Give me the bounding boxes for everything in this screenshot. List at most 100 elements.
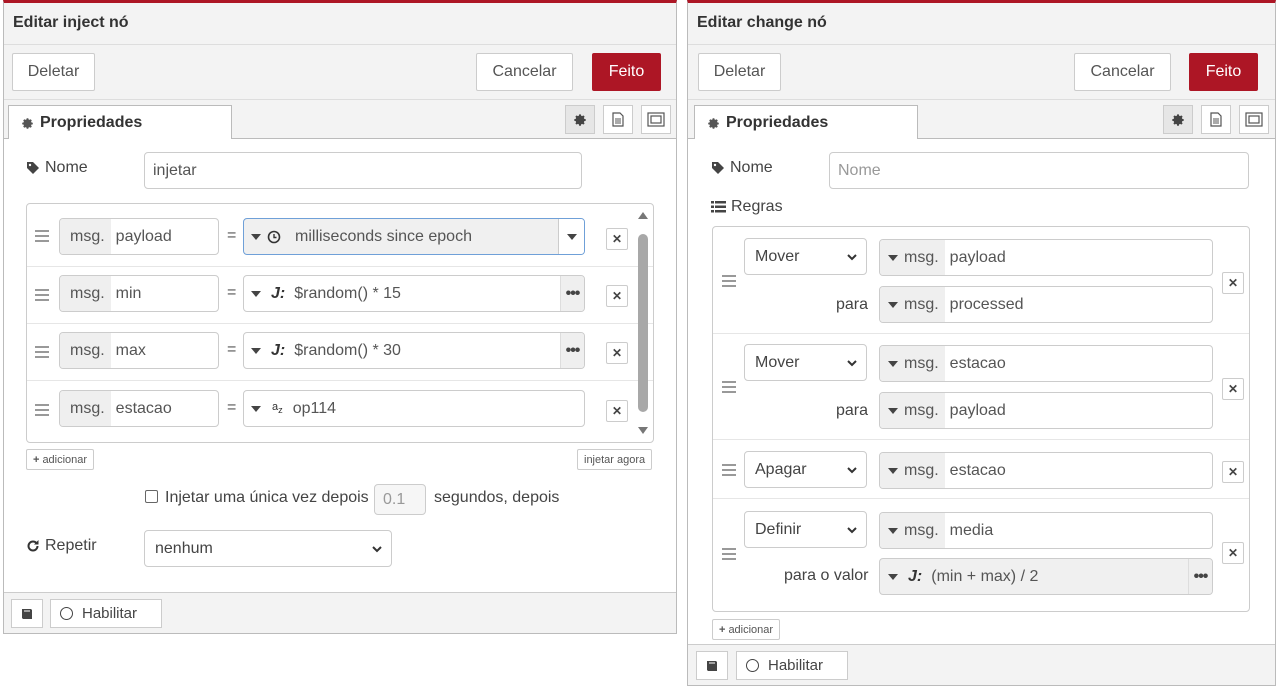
msg-prefix: msg.: [60, 276, 111, 311]
add-rule-button[interactable]: + adicionar: [712, 619, 781, 640]
cancel-button[interactable]: Cancelar: [1074, 53, 1171, 91]
cancel-button[interactable]: Cancelar: [476, 53, 573, 91]
delete-button[interactable]: Deletar: [12, 53, 95, 91]
property-value-input[interactable]: milliseconds since epoch: [243, 218, 585, 255]
rule-action: Mover: [755, 353, 800, 371]
tab-bar: Propriedades: [4, 101, 676, 140]
tab-appearance[interactable]: [1239, 105, 1269, 134]
msg-prefix-button[interactable]: msg.: [880, 240, 945, 275]
enable-toggle[interactable]: Habilitar: [736, 651, 848, 680]
remove-row-button[interactable]: ✕: [606, 400, 628, 422]
remove-rule-button[interactable]: ✕: [1222, 542, 1244, 564]
property-value: $random() * 30: [294, 341, 401, 359]
rule-target-input[interactable]: msg. media: [879, 512, 1213, 549]
done-button[interactable]: Feito: [592, 53, 661, 91]
property-value-input[interactable]: az op114: [243, 390, 585, 427]
drag-handle[interactable]: [722, 381, 736, 396]
drag-handle[interactable]: [35, 404, 49, 419]
property-name-input[interactable]: msg. min: [59, 275, 219, 312]
enable-toggle[interactable]: Habilitar: [50, 599, 162, 628]
tab-appearance[interactable]: [641, 105, 671, 134]
tray-body: Nome injetar msg. payload = milliseconds…: [4, 139, 676, 592]
tab-settings[interactable]: [565, 105, 595, 134]
property-key: payload: [115, 227, 172, 245]
once-checkbox[interactable]: [145, 490, 158, 503]
once-delay-input[interactable]: 0.1: [374, 484, 426, 515]
dropdown-button[interactable]: [558, 219, 584, 254]
msg-prefix-button[interactable]: msg.: [880, 287, 945, 322]
property-name-input[interactable]: msg. max: [59, 332, 219, 369]
scroll-up-icon[interactable]: [637, 210, 649, 220]
remove-row-button[interactable]: ✕: [606, 228, 628, 250]
remove-row-button[interactable]: ✕: [606, 342, 628, 364]
repeat-value: nenhum: [155, 539, 213, 557]
delete-button[interactable]: Deletar: [698, 53, 781, 91]
add-property-button[interactable]: + adicionar: [26, 449, 95, 470]
tab-bar: Propriedades: [688, 101, 1275, 140]
scroll-thumb[interactable]: [638, 234, 648, 412]
type-caret-icon[interactable]: [251, 347, 261, 354]
done-button[interactable]: Feito: [1189, 53, 1258, 91]
rule-target-input[interactable]: msg. estacao: [879, 345, 1213, 382]
drag-handle[interactable]: [722, 275, 736, 290]
more-icon[interactable]: •••: [1188, 559, 1212, 594]
drag-handle[interactable]: [722, 464, 736, 479]
remove-rule-button[interactable]: ✕: [1222, 272, 1244, 294]
type-caret-icon[interactable]: [251, 405, 261, 412]
inject-now-button[interactable]: injetar agora: [577, 449, 653, 470]
remove-rule-button[interactable]: ✕: [1222, 461, 1244, 483]
rule-action-select[interactable]: Apagar: [744, 451, 867, 488]
add-label: adicionar: [42, 453, 88, 466]
tab-description[interactable]: [1201, 105, 1231, 134]
tab-properties[interactable]: Propriedades: [8, 105, 232, 140]
remove-row-button[interactable]: ✕: [606, 285, 628, 307]
drag-handle[interactable]: [35, 289, 49, 304]
tray-header: Editar inject nó: [4, 3, 676, 45]
rule-to-input[interactable]: msg. processed: [879, 286, 1213, 323]
rule-target-input[interactable]: msg. estacao: [879, 452, 1213, 489]
property-key: max: [115, 341, 146, 359]
rule-target-input[interactable]: msg. payload: [879, 239, 1213, 276]
tab-settings[interactable]: [1163, 105, 1193, 134]
drag-handle[interactable]: [35, 230, 49, 245]
name-input[interactable]: Nome: [829, 152, 1249, 189]
msg-prefix: msg.: [904, 248, 939, 266]
scroll-down-icon[interactable]: [637, 426, 649, 436]
more-icon[interactable]: •••: [560, 333, 584, 368]
type-caret-icon[interactable]: [251, 290, 261, 297]
circle-icon: [60, 607, 73, 620]
rule-action-select[interactable]: Mover: [744, 238, 867, 275]
more-icon[interactable]: •••: [560, 276, 584, 311]
node-help-button[interactable]: [696, 651, 728, 680]
msg-prefix-button[interactable]: msg.: [880, 513, 945, 548]
type-caret-icon[interactable]: [251, 233, 261, 240]
change-edit-tray: Editar change nó Deletar Cancelar Feito …: [687, 0, 1276, 686]
property-key: min: [115, 284, 142, 302]
rule-value-input[interactable]: J: (min + max) / 2 •••: [879, 558, 1213, 595]
type-caret-icon[interactable]: [888, 573, 898, 580]
property-name-input[interactable]: msg. estacao: [59, 390, 219, 427]
property-name-input[interactable]: msg. payload: [59, 218, 219, 255]
tab-description[interactable]: [603, 105, 633, 134]
scrollbar[interactable]: [636, 210, 650, 438]
remove-rule-button[interactable]: ✕: [1222, 378, 1244, 400]
name-input[interactable]: injetar: [144, 152, 582, 189]
rule-action-select[interactable]: Mover: [744, 344, 867, 381]
msg-prefix: msg.: [60, 391, 111, 426]
drag-handle[interactable]: [722, 548, 736, 563]
enable-label: Habilitar: [82, 605, 138, 622]
drag-handle[interactable]: [35, 346, 49, 361]
msg-prefix-button[interactable]: msg.: [880, 393, 945, 428]
tab-properties[interactable]: Propriedades: [694, 105, 918, 140]
msg-prefix-button[interactable]: msg.: [880, 453, 945, 488]
repeat-select[interactable]: nenhum: [144, 530, 392, 567]
msg-prefix-button[interactable]: msg.: [880, 346, 945, 381]
property-value-input[interactable]: J: $random() * 15 •••: [243, 275, 585, 312]
rule-action-select[interactable]: Definir: [744, 511, 867, 548]
circle-icon: [746, 659, 759, 672]
rule-to-input[interactable]: msg. payload: [879, 392, 1213, 429]
property-value-input[interactable]: J: $random() * 30 •••: [243, 332, 585, 369]
gear-icon: [574, 113, 586, 126]
rule-target: estacao: [949, 354, 1006, 372]
node-help-button[interactable]: [11, 599, 43, 628]
